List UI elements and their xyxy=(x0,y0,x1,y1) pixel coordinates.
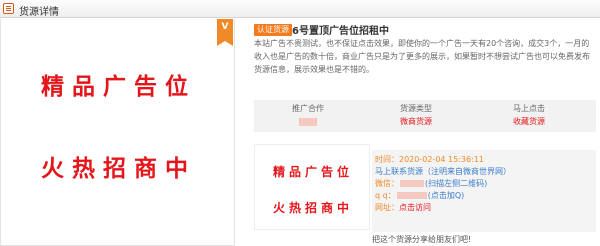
ad-card-line1: 精品广告位 xyxy=(272,165,353,179)
verified-tag: 认证货源 xyxy=(254,24,292,36)
stat-promotion: 推广合作 xyxy=(258,103,358,126)
contact-panel: 时间：2020-02-04 15:36:11 马上联系货源（注明来自微商世界网）… xyxy=(372,150,596,232)
page-header: 货源详情 xyxy=(0,0,600,18)
wechat-row: 微信： (扫描左侧二维码) xyxy=(375,179,488,188)
source-type-link[interactable]: 微商货源 xyxy=(366,116,466,128)
listing-title: 6号置顶广告位招租中 xyxy=(292,26,389,37)
stat-label: 推广合作 xyxy=(292,104,324,113)
listing-description: 本站广告不贵测试，也不保证点击效果，即使你的一个广告一天有20个咨询，成交3个，… xyxy=(254,39,590,74)
stats-bar: 推广合作 货源类型 微商货源 马上点击 收藏货源 xyxy=(254,100,596,132)
ad-banner-left[interactable]: 精品广告位 火热招商中 V xyxy=(0,19,235,246)
vip-badge: V xyxy=(217,19,233,46)
visit-site-link[interactable]: 点击访问 xyxy=(399,203,431,212)
qq-redacted xyxy=(396,192,427,199)
page-title: 货源详情 xyxy=(19,7,59,18)
contact-link[interactable]: 马上联系货源 xyxy=(375,167,423,176)
contact-row: 马上联系货源（注明来自微商世界网） xyxy=(375,167,511,176)
stat-source-type: 货源类型 微商货源 xyxy=(366,103,466,128)
list-icon xyxy=(3,3,14,14)
site-row: 网址：点击访问 xyxy=(375,203,431,212)
qq-row: q q： (点击加Q) xyxy=(375,191,465,200)
stat-label: 马上点击 xyxy=(513,104,545,113)
stat-value-redacted xyxy=(299,118,317,126)
ad-banner-line1: 精品广告位 xyxy=(41,74,196,100)
stat-label: 货源类型 xyxy=(400,104,432,113)
ad-card-line2: 火热招商中 xyxy=(272,201,353,215)
ad-banner-line2: 火热招商中 xyxy=(41,156,196,182)
vip-badge-label: V xyxy=(221,22,229,32)
stat-favorite: 马上点击 收藏货源 xyxy=(479,103,579,128)
favorite-link[interactable]: 收藏货源 xyxy=(479,116,579,128)
wechat-redacted xyxy=(400,180,424,187)
add-qq-link[interactable]: (点击加Q) xyxy=(428,191,465,200)
time-row: 时间：2020-02-04 15:36:11 xyxy=(375,155,484,164)
post-time: 2020-02-04 15:36:11 xyxy=(399,155,484,164)
share-text: 把这个货源分享给朋友们吧! xyxy=(372,235,472,244)
ad-card[interactable]: 精品广告位 火热招商中 xyxy=(254,144,370,230)
